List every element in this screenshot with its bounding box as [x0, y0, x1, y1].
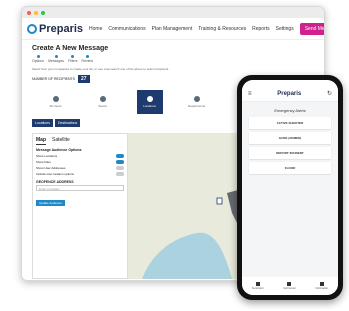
nav-reports[interactable]: Reports — [252, 26, 270, 32]
brand-logo[interactable]: Preparis — [27, 23, 83, 35]
step-filters[interactable]: Filters — [68, 55, 78, 63]
shield-icon — [99, 96, 106, 102]
page-title: Create A New Message — [32, 45, 109, 52]
nav-training[interactable]: Training & Resources — [198, 26, 246, 32]
step-label: Options — [32, 59, 45, 63]
update-audience-button[interactable]: Update Audience — [36, 200, 65, 206]
tool-departments[interactable]: Departments — [184, 90, 210, 114]
nav-plan-management[interactable]: Plan Management — [152, 26, 193, 32]
info-icon — [319, 282, 324, 286]
option-show-files: Show Files — [36, 160, 124, 164]
building-icon — [193, 96, 200, 102]
phone-bottom-nav: Send Alert Call Center Information — [242, 277, 338, 295]
phone-screen: ≡ Preparis ↻ Emergency Alerts ACTIVE SHO… — [242, 80, 338, 295]
close-dot[interactable] — [27, 10, 31, 15]
tool-label: Teams — [98, 104, 107, 108]
toggle-switch[interactable] — [116, 166, 124, 170]
tool-label: Locations — [143, 104, 156, 108]
nav-label: Information — [315, 287, 329, 290]
location-marker[interactable] — [216, 197, 223, 205]
geofence-address-input[interactable]: Enter a location — [36, 185, 124, 191]
phone-icon — [287, 282, 292, 286]
globe-icon — [52, 96, 59, 102]
nav-label: Send Alert — [251, 287, 264, 290]
option-label: Include user location options — [36, 172, 75, 176]
nav-information[interactable]: Information — [315, 282, 329, 290]
tool-locations[interactable]: Locations — [136, 90, 163, 114]
maximize-dot[interactable] — [41, 10, 45, 15]
toggle-switch[interactable] — [116, 172, 124, 176]
nav-home[interactable]: Home — [89, 26, 102, 32]
phone-mockup: ≡ Preparis ↻ Emergency Alerts ACTIVE SHO… — [237, 75, 343, 300]
step-dot — [36, 55, 40, 58]
tool-teams[interactable]: Teams — [90, 90, 116, 114]
subtab-locations[interactable]: Locations — [32, 119, 53, 127]
step-dot — [85, 55, 89, 58]
option-label: Show User Addresses — [36, 166, 66, 170]
tool-label: Departments — [187, 104, 206, 108]
step-dot — [54, 55, 58, 58]
nav-label: Call Center — [283, 287, 296, 290]
window-titlebar — [22, 7, 324, 18]
nav-communications[interactable]: Communications — [108, 26, 145, 32]
step-label: Filters — [68, 59, 78, 63]
options-title: Message Audience Options — [36, 148, 82, 152]
phone-header: ≡ Preparis ↻ — [242, 80, 338, 102]
menu-icon[interactable]: ≡ — [248, 91, 252, 97]
step-review[interactable]: Review — [82, 55, 93, 63]
toggle-switch[interactable] — [116, 160, 124, 164]
map-type-tabs: Map Satellite — [36, 137, 124, 145]
alert-active-shooter[interactable]: ACTIVE SHOOTER — [249, 117, 331, 129]
nav-settings[interactable]: Settings — [276, 26, 294, 32]
step-label: Review — [81, 59, 94, 63]
emergency-alerts-title: Emergency Alerts — [274, 108, 306, 113]
step-label: Messages — [48, 59, 65, 63]
phone-brand: Preparis — [277, 91, 302, 97]
alert-guns-armed[interactable]: GUNS (ARMED) — [249, 132, 331, 144]
option-show-locations: Show Locations — [36, 154, 124, 158]
option-label: Show Locations — [36, 154, 58, 158]
minimize-dot[interactable] — [34, 10, 38, 15]
option-label: Show Files — [36, 160, 51, 164]
step-indicator: Options Messages Filters Review — [32, 55, 314, 63]
nav-call-center[interactable]: Call Center — [283, 282, 296, 290]
tool-label: All Users — [49, 104, 62, 108]
subtab-destinations[interactable]: Destinations — [54, 119, 81, 127]
map-tab-map[interactable]: Map — [36, 137, 46, 145]
tool-all-users[interactable]: All Users — [43, 90, 69, 114]
alert-flood[interactable]: FLOOD — [249, 162, 331, 174]
map-options-panel: Map Satellite Message Audience Options S… — [32, 133, 128, 279]
logo-icon — [27, 23, 37, 34]
refresh-icon[interactable]: ↻ — [327, 90, 332, 97]
alert-report-incident[interactable]: REPORT INCIDENT — [249, 147, 331, 159]
geofence-address-label: GEOFENCE ADDRESS — [36, 180, 74, 184]
send-message-button[interactable]: Send Message — [299, 22, 324, 35]
option-include-user-location: Include user location options — [36, 172, 124, 176]
option-show-user-addresses: Show User Addresses — [36, 166, 124, 170]
map-tab-satellite[interactable]: Satellite — [52, 137, 70, 145]
recipients-count: 27 — [77, 75, 90, 83]
nav-send-alert[interactable]: Send Alert — [251, 282, 264, 290]
top-navbar: Preparis Home Communications Plan Manage… — [22, 18, 324, 40]
brand-name: Preparis — [39, 22, 84, 35]
bell-icon — [255, 282, 260, 286]
recipients-label: NUMBER OF RECIPIENTS — [32, 77, 75, 81]
step-messages[interactable]: Messages — [48, 55, 64, 63]
instructions-text: Select from your companies to create you… — [32, 67, 170, 71]
step-dot — [71, 55, 75, 58]
toggle-switch[interactable] — [116, 154, 124, 158]
location-pin-icon — [146, 96, 153, 102]
step-options[interactable]: Options — [32, 55, 44, 63]
